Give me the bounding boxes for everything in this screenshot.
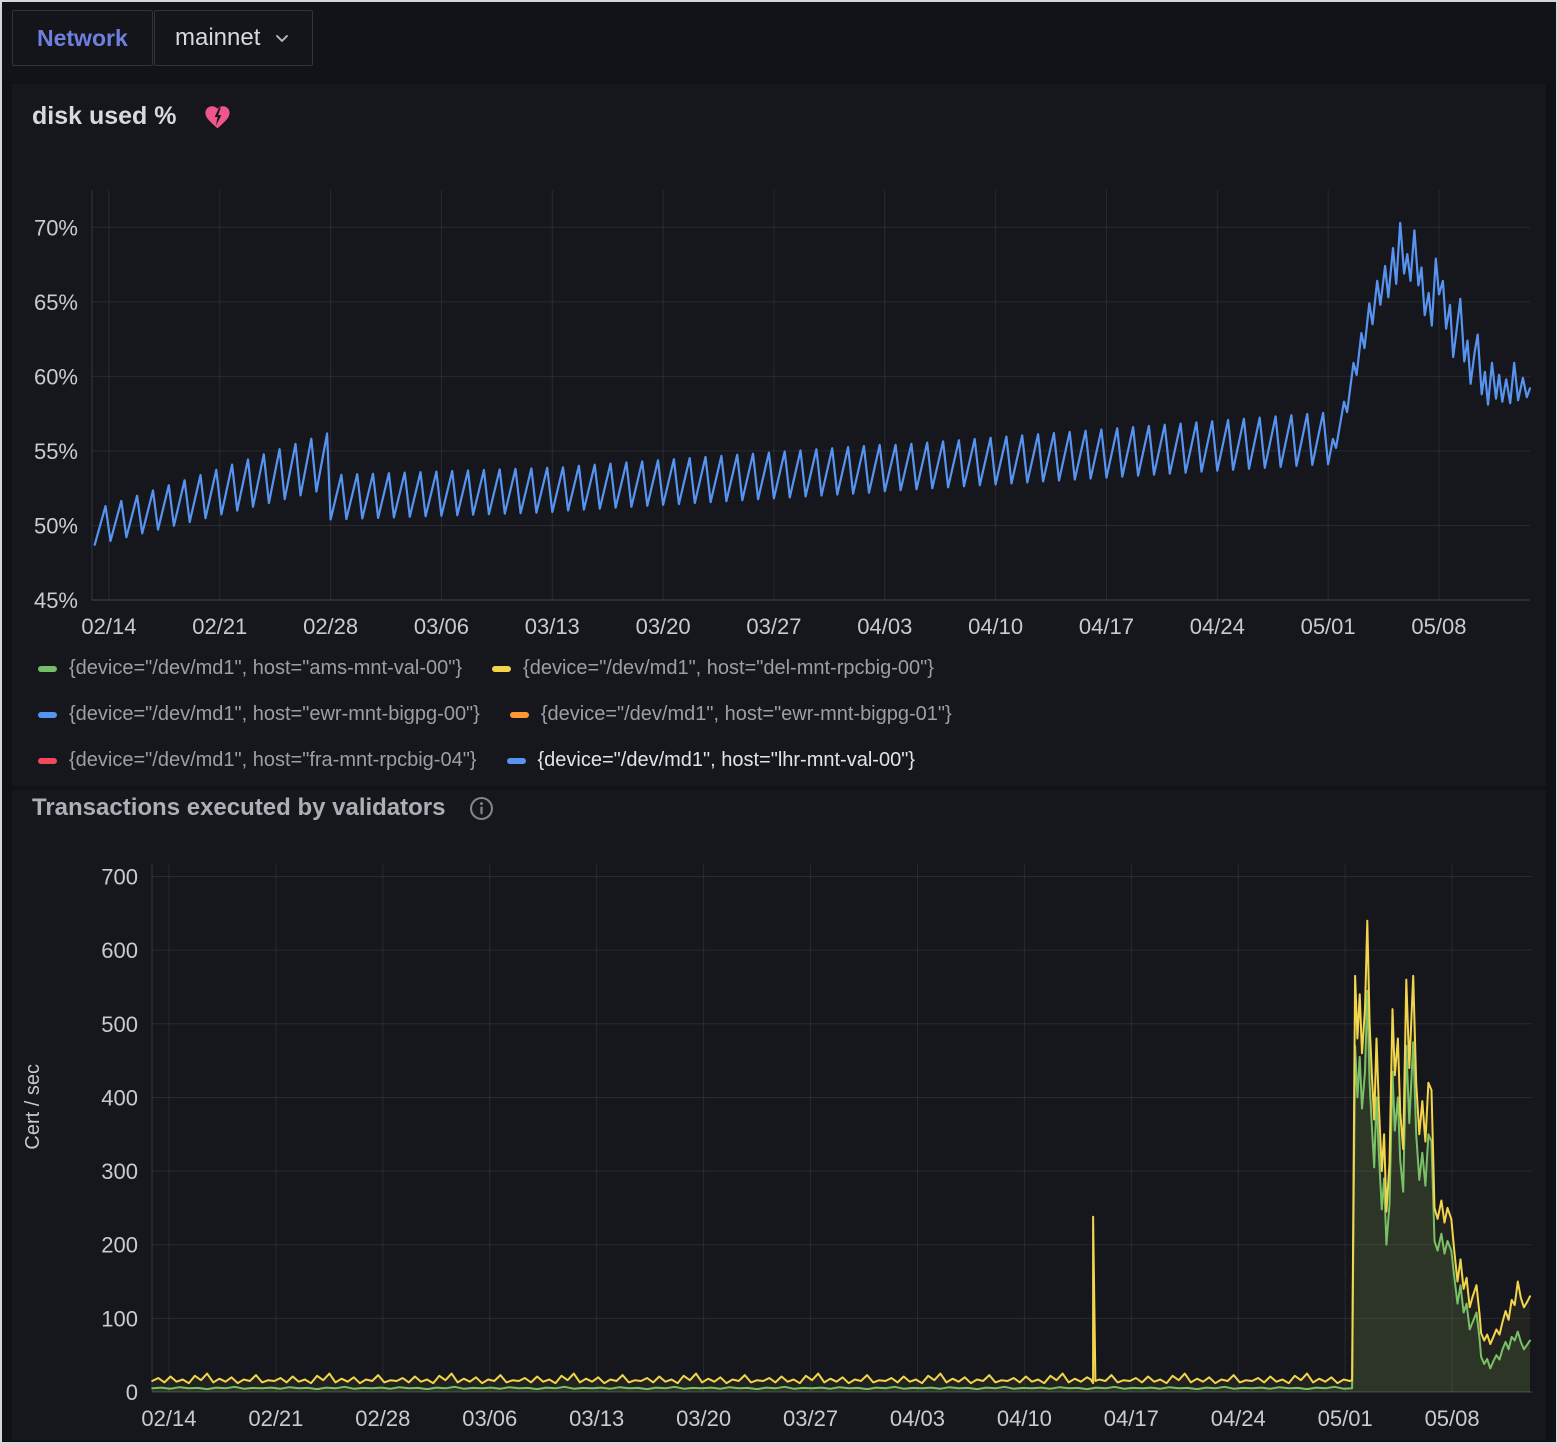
legend-row: {device="/dev/md1", host="fra-mnt-rpcbig… [38,746,952,775]
svg-text:100: 100 [101,1306,138,1331]
legend-item[interactable]: {device="/dev/md1", host="ewr-mnt-bigpg-… [510,700,952,729]
legend-swatch [38,758,57,764]
y-axis-label: Cert / sec [22,1064,45,1150]
svg-text:300: 300 [101,1159,138,1184]
svg-text:700: 700 [101,865,138,890]
transactions-panel-title-text: Transactions executed by validators [32,794,446,822]
legend-item[interactable]: {device="/dev/md1", host="lhr-mnt-val-00… [507,746,915,775]
legend-swatch [507,758,526,764]
legend-label: {device="/dev/md1", host="ams-mnt-val-00… [69,657,462,680]
disk-used-panel-title-text: disk used % [32,102,177,131]
svg-text:04/24: 04/24 [1211,1406,1266,1431]
svg-text:400: 400 [101,1085,138,1110]
svg-text:02/28: 02/28 [355,1406,410,1431]
info-icon[interactable] [468,795,495,822]
svg-text:04/10: 04/10 [997,1406,1052,1431]
legend-row: {device="/dev/md1", host="ewr-mnt-bigpg-… [38,700,952,729]
legend-swatch [510,712,529,718]
svg-text:04/17: 04/17 [1104,1406,1159,1431]
legend-label: {device="/dev/md1", host="lhr-mnt-val-00… [538,749,915,772]
legend-label: {device="/dev/md1", host="fra-mnt-rpcbig… [69,749,477,772]
transactions-panel-title[interactable]: Transactions executed by validators [32,794,495,822]
svg-text:03/13: 03/13 [569,1406,624,1431]
legend-swatch [38,666,57,672]
legend-item[interactable]: {device="/dev/md1", host="fra-mnt-rpcbig… [38,746,477,775]
disk-used-panel-title[interactable]: disk used % [32,102,232,131]
svg-text:05/01: 05/01 [1318,1406,1373,1431]
legend-row: {device="/dev/md1", host="ams-mnt-val-00… [38,654,952,683]
legend-label: {device="/dev/md1", host="ewr-mnt-bigpg-… [69,703,480,726]
legend-swatch [38,712,57,718]
broken-heart-icon [203,103,232,130]
svg-text:03/06: 03/06 [462,1406,517,1431]
legend: {device="/dev/md1", host="ams-mnt-val-00… [38,654,952,775]
svg-text:600: 600 [101,938,138,963]
legend-item[interactable]: {device="/dev/md1", host="ams-mnt-val-00… [38,654,462,683]
svg-text:05/08: 05/08 [1425,1406,1480,1431]
svg-text:200: 200 [101,1233,138,1258]
svg-text:03/20: 03/20 [676,1406,731,1431]
legend-label: {device="/dev/md1", host="del-mnt-rpcbig… [523,657,934,680]
legend-item[interactable]: {device="/dev/md1", host="ewr-mnt-bigpg-… [38,700,480,729]
legend-item[interactable]: {device="/dev/md1", host="del-mnt-rpcbig… [492,654,934,683]
legend-swatch [492,666,511,672]
svg-text:02/14: 02/14 [141,1406,196,1431]
svg-text:03/27: 03/27 [783,1406,838,1431]
svg-text:0: 0 [126,1380,138,1405]
svg-text:04/03: 04/03 [890,1406,945,1431]
legend-label: {device="/dev/md1", host="ewr-mnt-bigpg-… [541,703,952,726]
svg-text:500: 500 [101,1012,138,1037]
grafana-dashboard: Network mainnet disk used % Transactions… [0,0,1558,1444]
svg-text:02/21: 02/21 [248,1406,303,1431]
